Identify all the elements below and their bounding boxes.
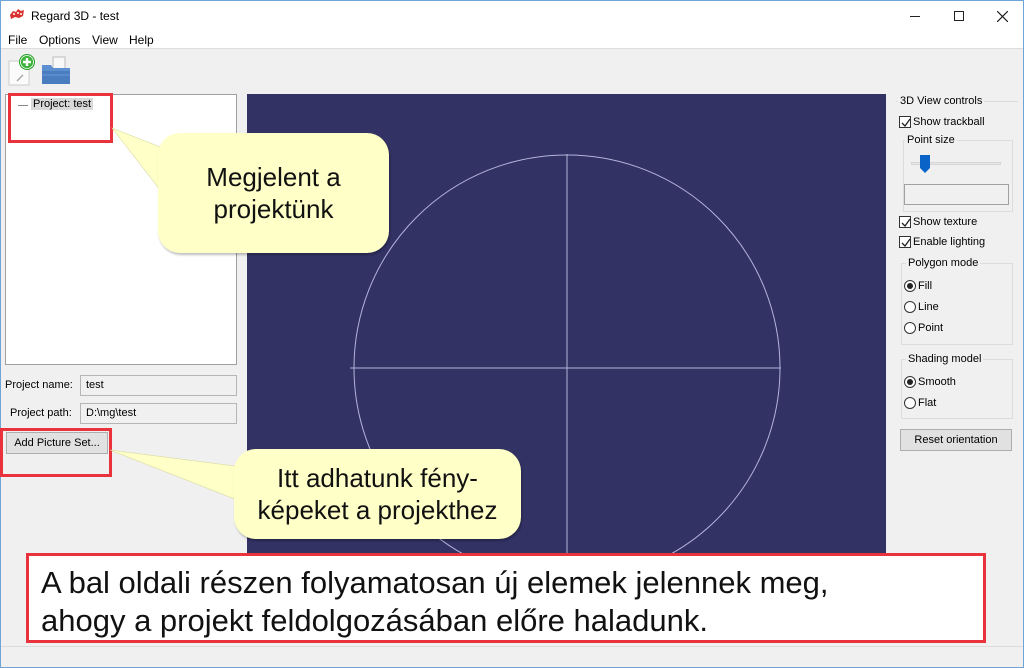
explanation-note: A bal oldali részen folyamatosan új elem…	[26, 553, 986, 643]
maximize-icon	[954, 11, 964, 21]
shading-smooth-label: Smooth	[918, 376, 956, 388]
view-controls-title: 3D View controls	[898, 95, 985, 107]
project-path-field[interactable]: D:\mg\test	[80, 403, 237, 424]
callout-pictures-line-1: Itt adhatunk fény-	[277, 463, 478, 493]
minimize-icon	[910, 15, 920, 17]
new-project-icon	[8, 54, 35, 86]
show-trackball-label: Show trackball	[913, 116, 985, 128]
project-name-field[interactable]: test	[80, 375, 237, 396]
callout-pictures-line-2: képeket a projekthez	[257, 495, 498, 525]
toolbar	[1, 50, 1023, 90]
new-project-button[interactable]	[5, 53, 39, 87]
radio-selected-icon	[904, 376, 916, 388]
highlight-add-picture-set	[0, 428, 112, 477]
maximize-button[interactable]	[936, 1, 982, 31]
polygon-mode-line-label: Line	[918, 301, 939, 313]
menu-options[interactable]: Options	[39, 33, 80, 47]
polygon-mode-line-radio[interactable]: Line	[904, 301, 939, 313]
status-bar-divider	[1, 646, 1023, 647]
shading-model-group	[901, 359, 1013, 419]
callout-project-line-1: Megjelent a	[206, 162, 341, 192]
show-texture-label: Show texture	[913, 216, 978, 228]
menu-file[interactable]: File	[8, 33, 27, 47]
callout-pictures: Itt adhatunk fény- képeket a projekthez	[234, 449, 521, 539]
radio-unselected-icon	[904, 322, 916, 334]
radio-unselected-icon	[904, 397, 916, 409]
enable-lighting-checkbox[interactable]: Enable lighting	[899, 236, 985, 248]
polygon-mode-fill-label: Fill	[918, 280, 933, 292]
minimize-button[interactable]	[892, 1, 938, 31]
point-size-slider-thumb[interactable]	[919, 155, 930, 173]
radio-selected-icon	[904, 280, 916, 292]
callout-project: Megjelent a projektünk	[158, 133, 389, 253]
project-path-label: Project path:	[10, 407, 72, 419]
show-trackball-checkbox[interactable]: Show trackball	[899, 116, 985, 128]
app-logo-icon	[10, 9, 24, 19]
open-project-button[interactable]	[39, 53, 73, 87]
note-line-2: ahogy a projekt feldolgozásában előre ha…	[41, 603, 708, 638]
show-texture-checkbox[interactable]: Show texture	[899, 216, 977, 228]
project-name-label: Project name:	[5, 379, 73, 391]
polygon-mode-point-label: Point	[918, 322, 944, 334]
highlight-project-tree	[8, 93, 113, 143]
open-folder-icon	[42, 56, 70, 84]
menu-view[interactable]: View	[92, 33, 118, 47]
shading-smooth-radio[interactable]: Smooth	[904, 376, 956, 388]
title-bar: Regard 3D - test	[1, 1, 1023, 31]
reset-orientation-button[interactable]: Reset orientation	[900, 429, 1012, 451]
menu-bar: File Options View Help	[1, 31, 1023, 49]
enable-lighting-label: Enable lighting	[913, 236, 986, 248]
shading-flat-label: Flat	[918, 397, 937, 409]
close-icon	[996, 10, 1008, 22]
polygon-mode-title: Polygon mode	[906, 257, 981, 269]
window-title: Regard 3D - test	[31, 9, 120, 23]
polygon-mode-fill-radio[interactable]: Fill	[904, 280, 932, 292]
checkbox-checked-icon	[899, 216, 911, 228]
point-size-title: Point size	[905, 134, 957, 146]
radio-unselected-icon	[904, 301, 916, 313]
polygon-mode-point-radio[interactable]: Point	[904, 322, 943, 334]
close-button[interactable]	[979, 1, 1024, 31]
checkbox-checked-icon	[899, 236, 911, 248]
note-line-1: A bal oldali részen folyamatosan új elem…	[41, 565, 829, 600]
checkbox-checked-icon	[899, 116, 911, 128]
shading-model-title: Shading model	[906, 353, 984, 365]
callout-project-line-2: projektünk	[213, 194, 334, 224]
menu-help[interactable]: Help	[129, 33, 154, 47]
point-size-field[interactable]	[904, 184, 1009, 205]
shading-flat-radio[interactable]: Flat	[904, 397, 936, 409]
